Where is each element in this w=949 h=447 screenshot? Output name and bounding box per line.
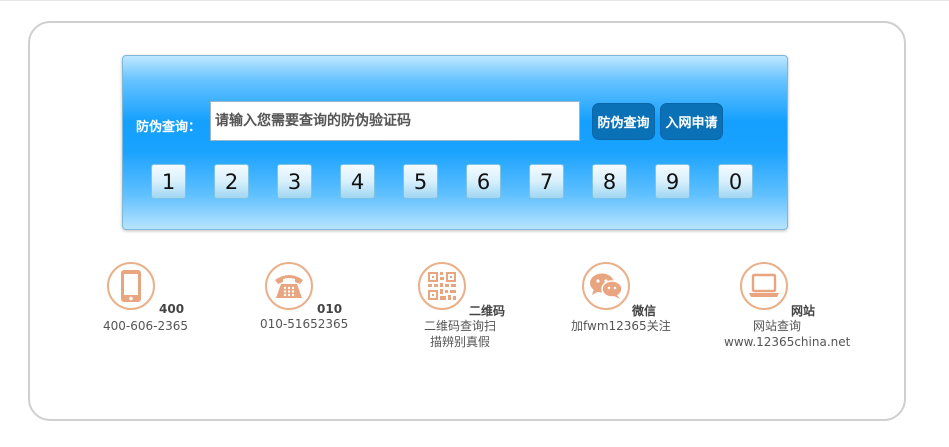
keypad-key-1[interactable]: 1: [151, 164, 186, 199]
query-label: 防伪查询：: [136, 120, 202, 135]
contact-website-url[interactable]: www.12365china.net: [724, 334, 850, 351]
keypad-key-0[interactable]: 0: [718, 164, 753, 199]
contact-website-title: 网站: [791, 304, 816, 318]
keypad-key-8[interactable]: 8: [592, 164, 627, 199]
keypad-key-6[interactable]: 6: [466, 164, 501, 199]
contact-qrcode-title: 二维码: [469, 304, 506, 318]
verification-code-input[interactable]: [210, 101, 580, 141]
wechat-icon: [582, 262, 630, 310]
website-icon: [740, 262, 788, 310]
contact-wechat-text: 加fwm12365关注: [571, 319, 671, 333]
contact-qrcode-line2: 描辨别真假: [430, 335, 491, 349]
phone-icon: [107, 262, 155, 310]
verification-panel: [122, 55, 788, 230]
keypad-key-5[interactable]: 5: [403, 164, 438, 199]
keypad-key-3[interactable]: 3: [277, 164, 312, 199]
contact-400-number: 400-606-2365: [103, 319, 189, 333]
contact-400-title: 400: [159, 302, 185, 316]
telephone-icon: [265, 262, 313, 310]
contact-qrcode-line1: 二维码查询扫: [424, 319, 497, 333]
contact-website-line1: 网站查询: [753, 319, 802, 333]
verify-query-button[interactable]: 防伪查询: [592, 103, 655, 140]
contact-010-title: 010: [317, 302, 343, 316]
qrcode-icon: [418, 262, 466, 310]
contact-wechat-title: 微信: [632, 304, 657, 318]
keypad-key-9[interactable]: 9: [655, 164, 690, 199]
keypad-key-7[interactable]: 7: [529, 164, 564, 199]
network-apply-button[interactable]: 入网申请: [660, 103, 723, 140]
keypad-key-2[interactable]: 2: [214, 164, 249, 199]
keypad-key-4[interactable]: 4: [340, 164, 375, 199]
contact-010-number: 010-51652365: [260, 317, 349, 331]
top-divider: [0, 0, 949, 1]
